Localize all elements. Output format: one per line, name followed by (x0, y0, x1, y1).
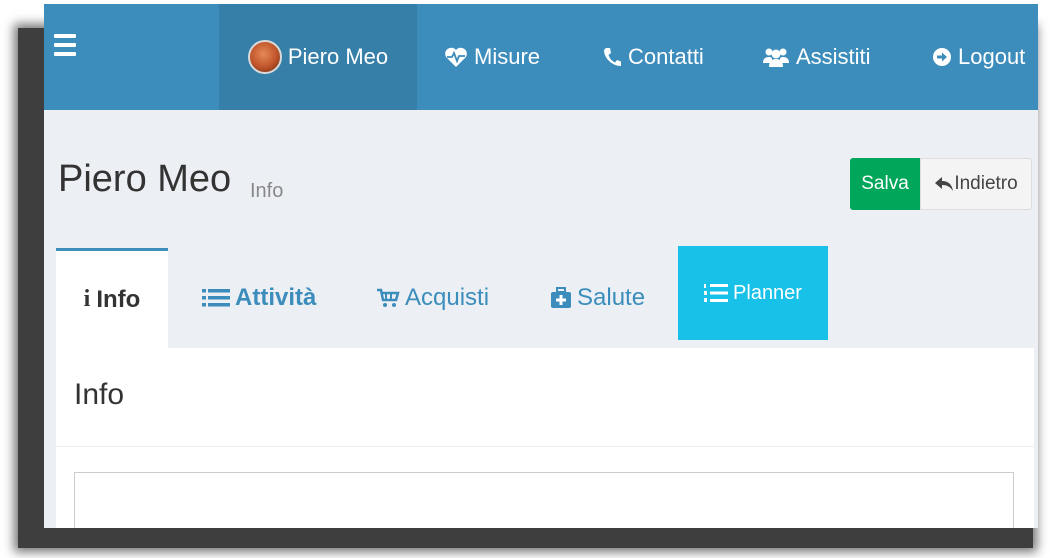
cart-icon (377, 288, 400, 307)
nav-user-piero-meo[interactable]: Piero Meo (219, 4, 417, 110)
logout-icon (933, 48, 951, 66)
users-icon (763, 48, 789, 67)
list-icon (202, 289, 230, 307)
back-button[interactable]: Indietro (920, 158, 1032, 210)
save-button[interactable]: Salva (850, 158, 920, 210)
tab-salute[interactable]: Salute (550, 248, 645, 348)
nav-logout[interactable]: Logout (932, 4, 1025, 110)
page-subtitle: Info (250, 180, 284, 202)
nav-user-label: Piero Meo (287, 44, 389, 69)
top-navbar: Piero Meo Misure Contatti Assistiti Logo… (44, 4, 1038, 110)
info-icon: i (83, 286, 91, 312)
tab-info[interactable]: i Info (56, 248, 168, 348)
nav-assistiti[interactable]: Assistiti (762, 4, 871, 110)
tab-salute-label: Salute (577, 284, 646, 311)
list-ol-icon (704, 284, 729, 302)
nav-misure-label: Misure (474, 44, 541, 69)
page-title: Piero Meo (58, 158, 232, 200)
tab-acquisti[interactable]: Acquisti (376, 248, 489, 348)
nav-contatti[interactable]: Contatti (602, 4, 704, 110)
phone-icon (604, 48, 621, 66)
avatar (247, 40, 282, 74)
panel-divider (56, 446, 1034, 447)
info-panel: Info (56, 348, 1034, 528)
heartbeat-icon (445, 47, 467, 67)
medkit-icon (551, 287, 571, 308)
nav-contatti-label: Contatti (628, 44, 704, 69)
panel-title: Info (74, 378, 125, 411)
tab-attivita[interactable]: Attività (202, 248, 316, 348)
tab-attivita-label: Attività (235, 284, 317, 311)
nav-misure[interactable]: Misure (444, 4, 540, 110)
tab-planner-label: Planner (733, 281, 802, 304)
app-window: Piero Meo Misure Contatti Assistiti Logo… (44, 4, 1038, 528)
nav-assistiti-label: Assistiti (796, 44, 871, 69)
back-button-label: Indietro (954, 173, 1018, 194)
tab-acquisti-label: Acquisti (405, 284, 490, 311)
info-content-box (74, 472, 1014, 528)
nav-logout-label: Logout (958, 44, 1026, 69)
tab-info-label: Info (96, 285, 141, 313)
reply-icon (935, 177, 954, 191)
hamburger-icon[interactable] (54, 34, 76, 58)
tab-planner[interactable]: Planner (678, 246, 828, 340)
